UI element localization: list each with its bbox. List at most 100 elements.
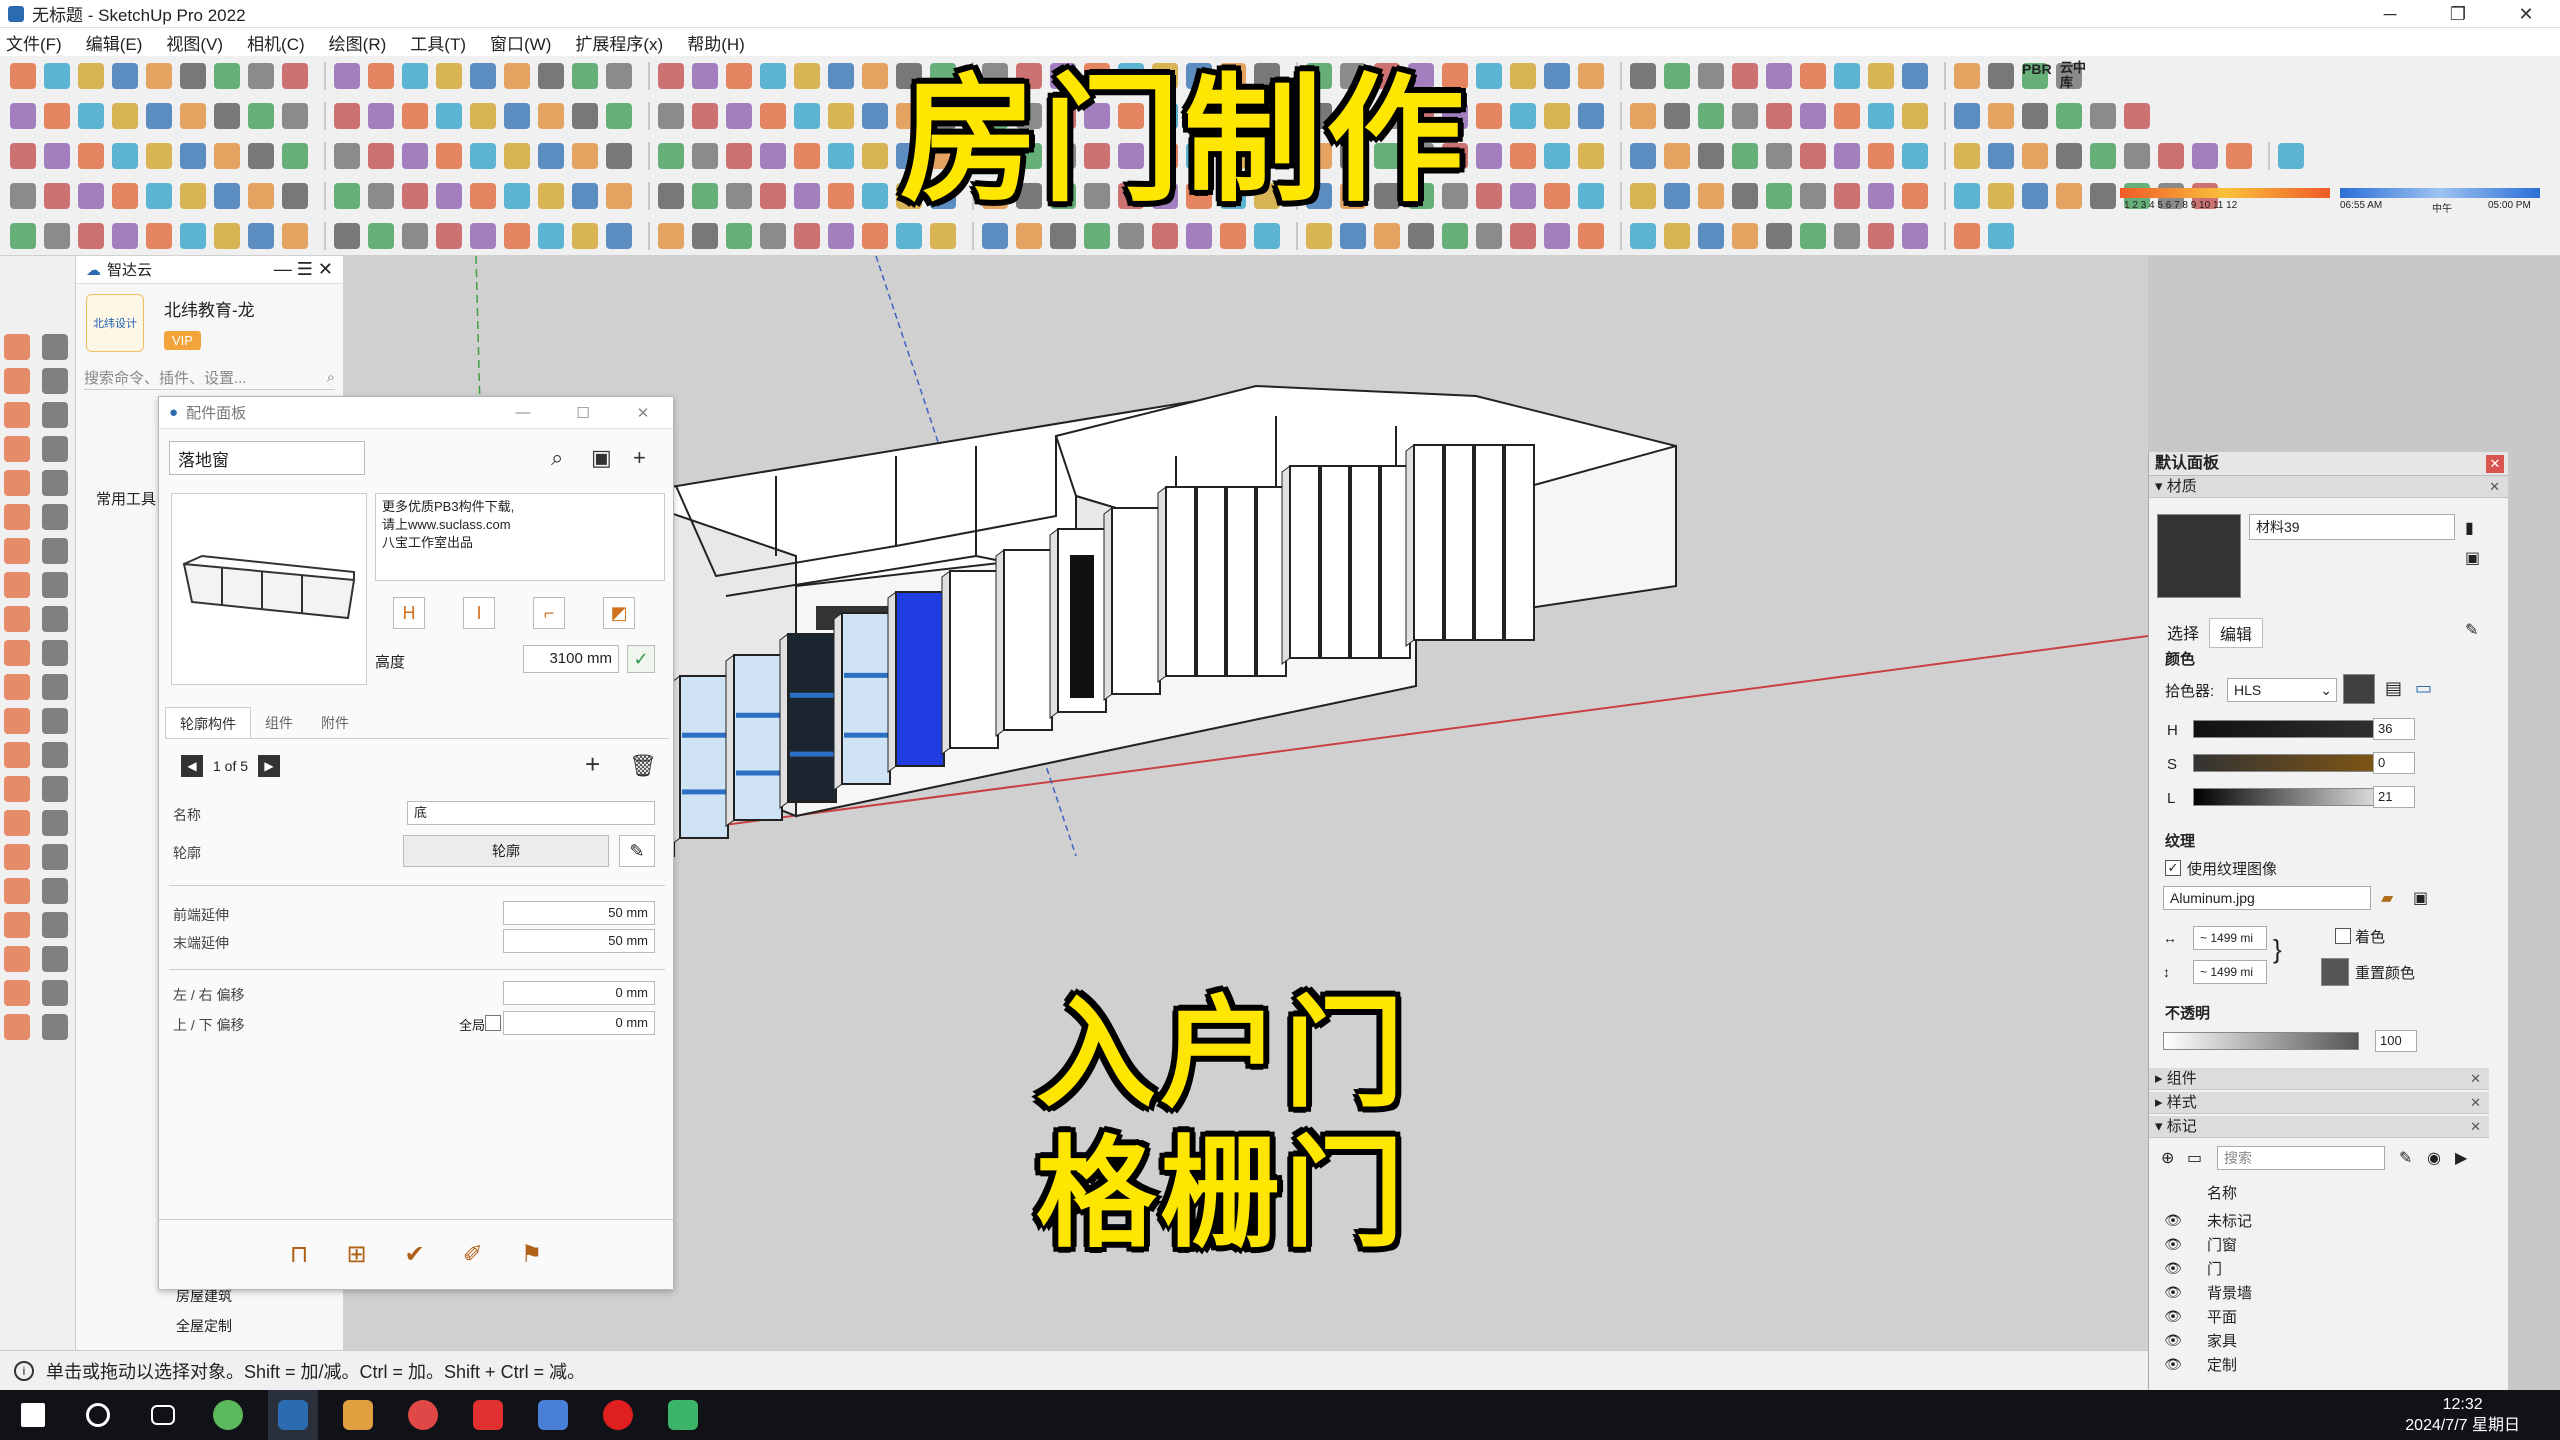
toolbar-tool-icon[interactable] [1578,223,1604,249]
frame-i-icon[interactable]: I [463,597,495,629]
eyedropper-icon[interactable]: ✐ [463,1240,483,1269]
toolbar-tool-icon[interactable] [436,63,462,89]
edit-texture-icon[interactable]: ▣ [2413,888,2428,908]
toolbar-tool-icon[interactable] [334,183,360,209]
eye-icon[interactable]: 👁 [2159,1284,2187,1301]
record-icon[interactable] [593,1390,643,1440]
toolbar-tool-icon[interactable] [2022,143,2048,169]
toolbar-tool-icon[interactable] [180,223,206,249]
tool-icon[interactable] [4,334,30,360]
toolbar-tool-icon[interactable] [470,223,496,249]
match-color-icon[interactable]: ▤ [2385,678,2402,699]
toolbar-tool-icon[interactable] [538,223,564,249]
toolbar-tool-icon[interactable] [1732,143,1758,169]
tab-select[interactable]: 选择 [2157,618,2209,648]
toolbar-tool-icon[interactable] [1578,103,1604,129]
toolbar-tool-icon[interactable] [112,143,138,169]
toolbar-tool-icon[interactable] [658,103,684,129]
menu-draw[interactable]: 绘图(R) [329,30,387,55]
door-model[interactable] [725,654,783,827]
toolbar-tool-icon[interactable] [1954,143,1980,169]
menu-window[interactable]: 窗口(W) [490,30,551,55]
toolbar-tool-icon[interactable] [726,223,752,249]
global-checkbox[interactable] [485,1015,501,1031]
toolbar-tool-icon[interactable] [1664,223,1690,249]
tool-icon[interactable] [42,946,68,972]
door-model[interactable] [1049,528,1107,719]
toolbar-tool-icon[interactable] [282,63,308,89]
toolbar-tool-icon[interactable] [1902,223,1928,249]
toolbar-tool-icon[interactable] [1118,223,1144,249]
close-button[interactable]: ✕ [613,404,673,422]
use-texture-checkbox[interactable]: ✓ [2165,860,2181,876]
texture-file-input[interactable]: Aluminum.jpg [2163,886,2371,910]
toolbar-tool-icon[interactable] [1834,103,1860,129]
common-tools-tab[interactable]: 常用工具 [96,488,156,509]
toolbar-tool-icon[interactable] [538,183,564,209]
toolbar-tool-icon[interactable] [1306,223,1332,249]
toolbar-tool-icon[interactable] [1476,143,1502,169]
match-screen-icon[interactable]: ▭ [2415,678,2432,699]
details-arrow-icon[interactable]: ▶ [2455,1148,2467,1168]
toolbar-tool-icon[interactable] [470,63,496,89]
color-by-tag-icon[interactable]: ◉ [2427,1148,2441,1168]
color-picker-select[interactable]: HLS ⌄ [2227,678,2337,702]
tool-icon[interactable] [4,742,30,768]
tool-icon[interactable] [4,674,30,700]
toolbar-tool-icon[interactable] [828,143,854,169]
toolbar-tool-icon[interactable] [2226,143,2252,169]
shadow-time-bar[interactable] [2340,188,2540,198]
tool-icon[interactable] [42,470,68,496]
toolbar-tool-icon[interactable] [1902,63,1928,89]
toolbar-tool-icon[interactable] [2158,143,2184,169]
toolbar-tool-icon[interactable] [538,63,564,89]
toolbar-tool-icon[interactable] [470,103,496,129]
component-search-input[interactable]: 落地窗 [169,441,365,475]
tags-search-input[interactable]: 搜索 [2217,1146,2385,1170]
tag-row[interactable]: 👁 未标记 [2159,1208,2499,1232]
tool-icon[interactable] [4,504,30,530]
toolbar-tool-icon[interactable] [1374,223,1400,249]
screen-share-icon[interactable] [658,1390,708,1440]
toolbar-tool-icon[interactable] [1954,223,1980,249]
add-tag-folder-icon[interactable]: ▭ [2187,1148,2202,1168]
material-bucket-icon[interactable]: ▣ [2465,548,2480,568]
material-name-input[interactable]: 材料39 [2249,514,2455,540]
toolbar-tool-icon[interactable] [538,103,564,129]
toolbar-tool-icon[interactable] [1698,183,1724,209]
toolbar-tool-icon[interactable] [760,63,786,89]
toolbar-tool-icon[interactable] [828,223,854,249]
toolbar-tool-icon[interactable] [1510,183,1536,209]
toolbar-tool-icon[interactable] [794,103,820,129]
task-view-icon[interactable] [138,1390,188,1440]
toolbar-tool-icon[interactable] [1578,63,1604,89]
door-model[interactable] [941,570,999,755]
search-icon[interactable]: ⌕ [551,445,563,471]
toolbar-tool-icon[interactable] [1988,103,2014,129]
toolbar-tool-icon[interactable] [1868,143,1894,169]
toolbar-tool-icon[interactable] [538,143,564,169]
toolbar-tool-icon[interactable] [282,143,308,169]
toolbar-tool-icon[interactable] [572,63,598,89]
toolbar-tool-icon[interactable] [1902,183,1928,209]
toolbar-tool-icon[interactable] [1766,63,1792,89]
toolbar-tool-icon[interactable] [2056,103,2082,129]
toolbar-tool-icon[interactable] [1800,63,1826,89]
toolbar-tool-icon[interactable] [828,63,854,89]
material-swatch[interactable] [2157,514,2241,598]
toolbar-tool-icon[interactable] [1220,223,1246,249]
toolbar-tool-icon[interactable] [1868,183,1894,209]
toolbar-tool-icon[interactable] [1084,223,1110,249]
toolbar-tool-icon[interactable] [1954,183,1980,209]
toolbar-tool-icon[interactable] [504,63,530,89]
next-arrow-icon[interactable]: ▶ [258,755,281,777]
zhida-search[interactable]: 搜索命令、插件、设置... ⌕ [84,366,335,390]
toolbar-tool-icon[interactable] [1732,183,1758,209]
toolbar-tool-icon[interactable] [1800,223,1826,249]
section-components[interactable]: ▸ 组件 ✕ [2149,1068,2489,1090]
toolbar-tool-icon[interactable] [402,143,428,169]
frame-diagonal-icon[interactable]: ◩ [603,597,635,629]
minimize-button[interactable]: ― [493,404,553,422]
toolbar-tool-icon[interactable] [334,143,360,169]
close-button[interactable]: ✕ [2492,0,2560,28]
